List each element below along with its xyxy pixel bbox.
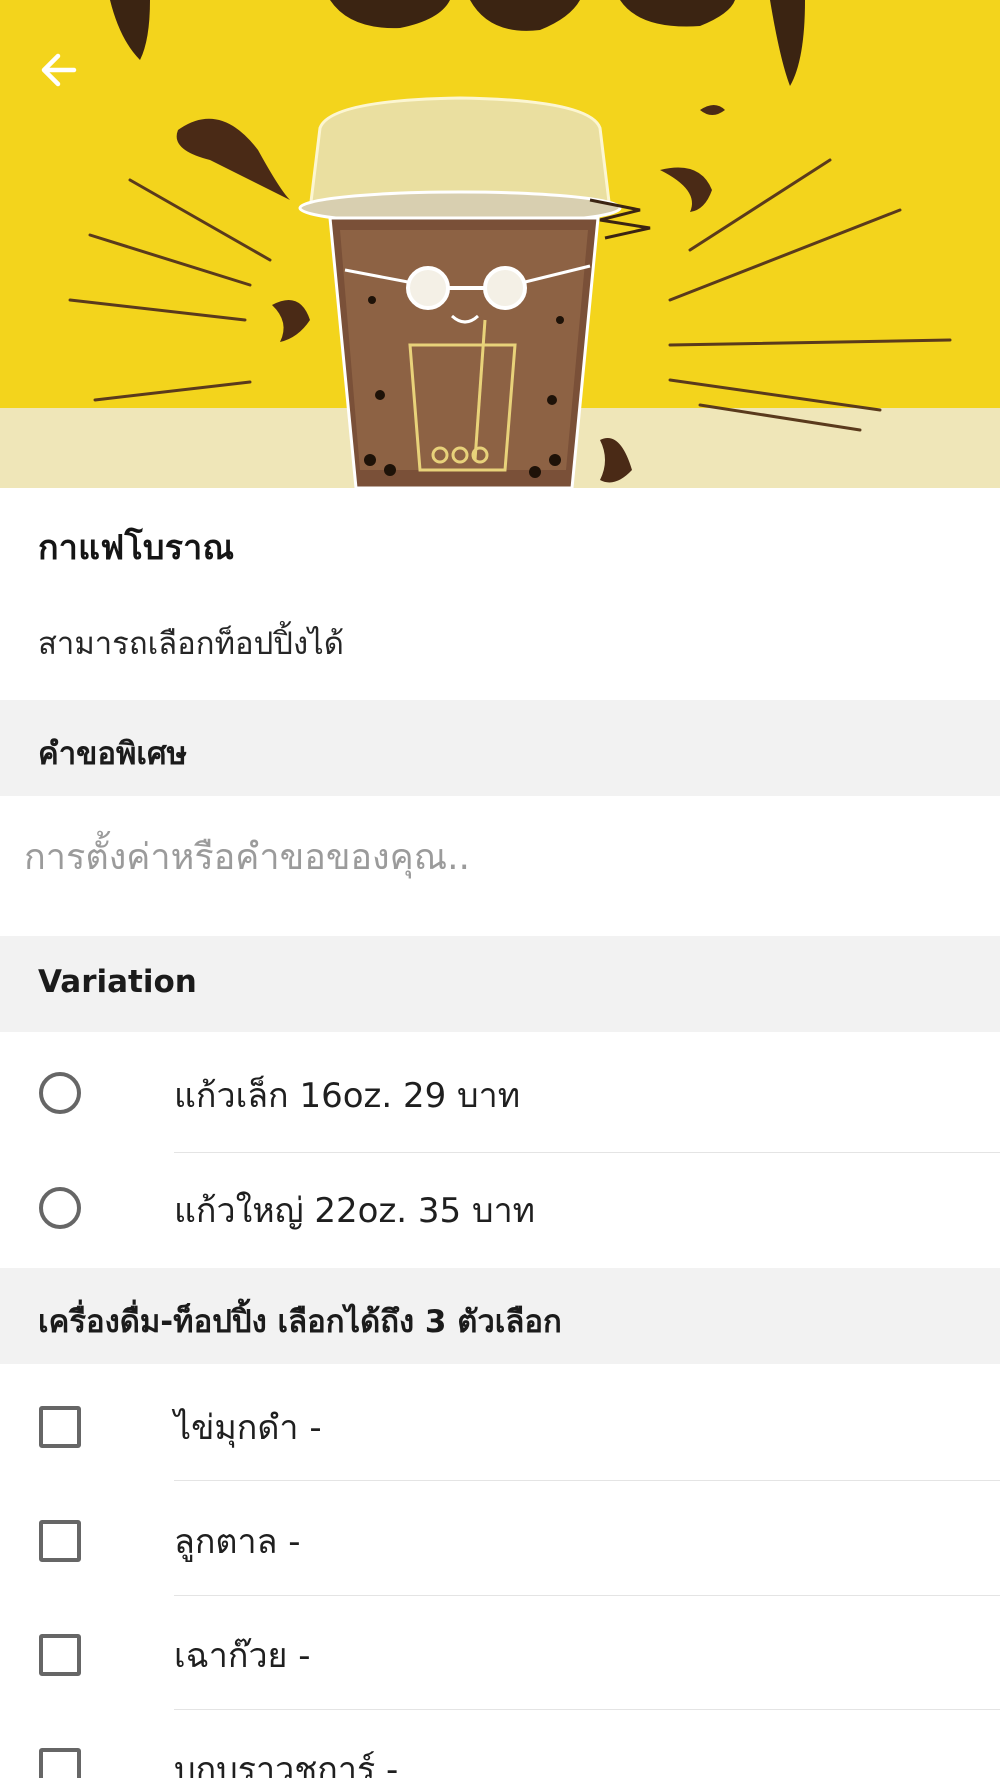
topping-option-grass-jelly[interactable]: เฉาก๊วย -: [0, 1598, 1000, 1713]
checkbox-unchecked-icon[interactable]: [39, 1520, 81, 1562]
back-button[interactable]: [30, 42, 86, 98]
variation-option-label: แก้วเล็ก 16oz. 29 บาท: [174, 1076, 521, 1116]
topping-option-label: บุกบราวชูการ์ -: [174, 1750, 399, 1778]
special-request-input[interactable]: [22, 828, 966, 886]
radio-unchecked-icon[interactable]: [39, 1072, 81, 1114]
topping-option-brown-sugar-konjac[interactable]: บุกบราวชูการ์ -: [0, 1712, 1000, 1778]
topping-option-black-pearl[interactable]: ไข่มุกดำ -: [0, 1370, 1000, 1485]
iced-coffee-photo: [0, 0, 1000, 488]
variation-option-large[interactable]: แก้วใหญ่ 22oz. 35 บาท: [0, 1153, 1000, 1268]
divider: [174, 1480, 1000, 1481]
checkbox-unchecked-icon[interactable]: [39, 1748, 81, 1778]
topping-option-label: ลูกตาล -: [174, 1522, 301, 1562]
divider: [174, 1709, 1000, 1710]
product-description: สามารถเลือกท็อปปิ้งได้: [38, 626, 344, 662]
product-title: กาแฟโบราณ: [38, 528, 235, 568]
toppings-header: เครื่องดื่ม-ท็อปปิ้ง เลือกได้ถึง 3 ตัวเล…: [0, 1268, 1000, 1364]
variation-label: Variation: [38, 964, 197, 1000]
variation-option-label: แก้วใหญ่ 22oz. 35 บาท: [174, 1191, 536, 1231]
product-image: [0, 0, 1000, 488]
radio-unchecked-icon[interactable]: [39, 1187, 81, 1229]
special-request-header: คำขอพิเศษ: [0, 700, 1000, 796]
topping-option-label: ไข่มุกดำ -: [174, 1408, 322, 1448]
variation-header: Variation: [0, 936, 1000, 1032]
toppings-label: เครื่องดื่ม-ท็อปปิ้ง เลือกได้ถึง 3 ตัวเล…: [38, 1304, 562, 1340]
topping-option-palm-fruit[interactable]: ลูกตาล -: [0, 1484, 1000, 1599]
arrow-left-icon: [41, 53, 77, 87]
special-request-label: คำขอพิเศษ: [38, 736, 188, 772]
topping-option-label: เฉาก๊วย -: [174, 1636, 311, 1676]
checkbox-unchecked-icon[interactable]: [39, 1406, 81, 1448]
variation-option-small[interactable]: แก้วเล็ก 16oz. 29 บาท: [0, 1038, 1000, 1153]
checkbox-unchecked-icon[interactable]: [39, 1634, 81, 1676]
divider: [174, 1595, 1000, 1596]
